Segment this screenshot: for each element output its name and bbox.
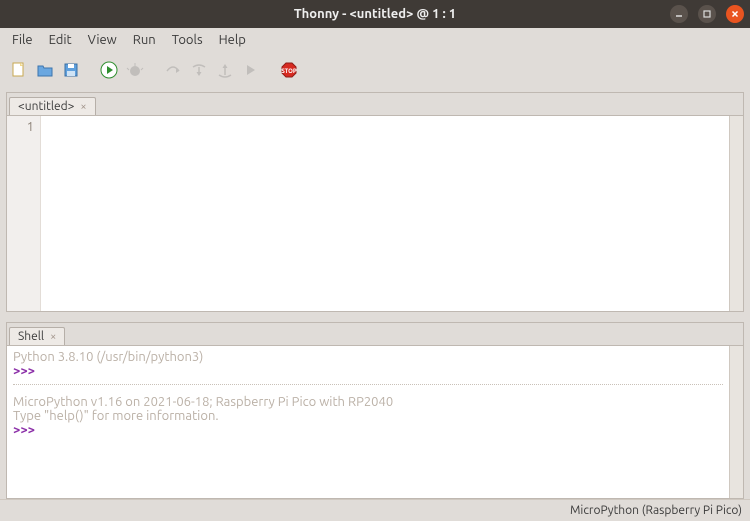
editor-pane: <untitled> × 1 <box>6 92 744 312</box>
step-into-button[interactable] <box>188 59 210 81</box>
svg-text:STOP: STOP <box>281 68 297 75</box>
menu-tools[interactable]: Tools <box>164 31 211 49</box>
shell-output[interactable]: Python 3.8.10 (/usr/bin/python3) >>> Mic… <box>7 346 729 498</box>
editor-tab-label: <untitled> <box>18 100 74 113</box>
shell-separator <box>13 384 723 385</box>
window-controls <box>670 0 744 28</box>
shell-tabstrip: Shell × <box>7 323 743 345</box>
window-title: Thonny - <untitled> @ 1 : 1 <box>294 7 456 21</box>
maximize-button[interactable] <box>698 5 716 23</box>
shell-line-python-version: Python 3.8.10 (/usr/bin/python3) <box>13 350 723 364</box>
resume-button[interactable] <box>240 59 262 81</box>
shell-body-wrapper: Python 3.8.10 (/usr/bin/python3) >>> Mic… <box>7 345 743 498</box>
line-number-gutter: 1 <box>7 116 41 311</box>
close-icon[interactable]: × <box>50 331 56 343</box>
menu-edit[interactable]: Edit <box>41 31 80 49</box>
menubar: File Edit View Run Tools Help <box>0 28 750 52</box>
close-button[interactable] <box>726 5 744 23</box>
shell-tab-label: Shell <box>18 330 44 343</box>
editor-body: 1 <box>7 115 743 311</box>
open-file-button[interactable] <box>34 59 56 81</box>
code-editor[interactable] <box>41 116 729 311</box>
editor-tab-untitled[interactable]: <untitled> × <box>9 97 96 115</box>
line-number-1: 1 <box>7 120 34 134</box>
minimize-button[interactable] <box>670 5 688 23</box>
menu-help[interactable]: Help <box>211 31 254 49</box>
run-button[interactable] <box>98 59 120 81</box>
interpreter-label[interactable]: MicroPython (Raspberry Pi Pico) <box>570 504 742 517</box>
shell-scrollbar[interactable] <box>729 346 743 498</box>
editor-scrollbar[interactable] <box>729 116 743 311</box>
menu-run[interactable]: Run <box>125 31 164 49</box>
shell-prompt: >>> <box>13 364 35 378</box>
stop-button[interactable]: STOP <box>278 59 300 81</box>
step-out-button[interactable] <box>214 59 236 81</box>
step-over-button[interactable] <box>162 59 184 81</box>
shell-prompt: >>> <box>13 423 35 437</box>
debug-button[interactable] <box>124 59 146 81</box>
window-titlebar: Thonny - <untitled> @ 1 : 1 <box>0 0 750 28</box>
editor-tabstrip: <untitled> × <box>7 93 743 115</box>
statusbar: MicroPython (Raspberry Pi Pico) <box>0 499 750 521</box>
menu-view[interactable]: View <box>80 31 125 49</box>
shell-line-help-hint: Type "help()" for more information. <box>13 409 723 423</box>
save-file-button[interactable] <box>60 59 82 81</box>
shell-tab[interactable]: Shell × <box>9 327 65 345</box>
close-icon[interactable]: × <box>80 101 86 113</box>
toolbar: STOP <box>0 52 750 88</box>
content-area: <untitled> × 1 Shell × Python 3.8.10 (/u… <box>0 88 750 499</box>
menu-file[interactable]: File <box>4 31 41 49</box>
new-file-button[interactable] <box>8 59 30 81</box>
shell-pane: Shell × Python 3.8.10 (/usr/bin/python3)… <box>6 322 744 499</box>
shell-line-micropython-banner: MicroPython v1.16 on 2021-06-18; Raspber… <box>13 395 723 409</box>
